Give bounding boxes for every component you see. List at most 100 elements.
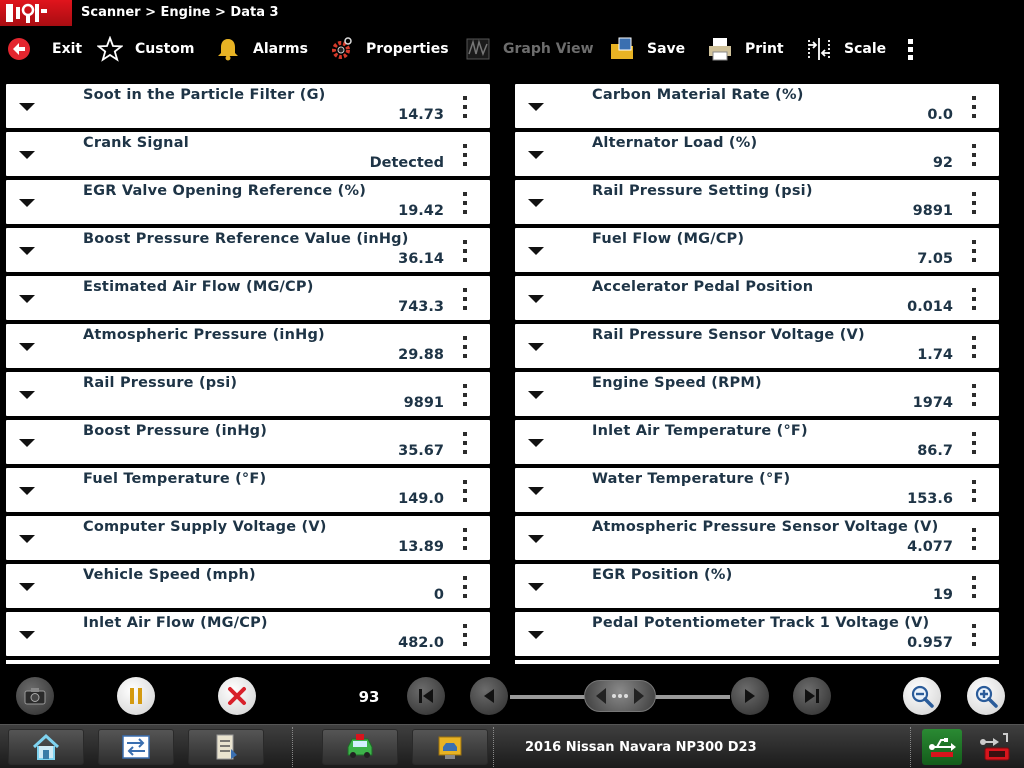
expand-arrow-icon[interactable] [528,199,544,207]
expand-arrow-icon[interactable] [19,487,35,495]
data-row[interactable]: Rail Pressure Sensor Voltage (V) 1.74 [515,324,999,372]
row-menu-icon[interactable] [462,384,468,408]
data-row[interactable]: Vehicle Speed (mph) 0 [6,564,490,612]
row-menu-icon[interactable] [971,528,977,552]
more-options-icon[interactable] [900,36,920,64]
data-row[interactable]: Carbon Material Rate (%) 0.0 [515,84,999,132]
row-menu-icon[interactable] [462,624,468,648]
expand-arrow-icon[interactable] [528,343,544,351]
expand-arrow-icon[interactable] [528,487,544,495]
scale-button[interactable]: Scale [806,26,886,72]
data-row[interactable]: Fuel Flow (MG/CP) 7.05 [515,228,999,276]
alarms-button[interactable]: Alarms [215,26,308,72]
row-menu-icon[interactable] [971,144,977,168]
row-menu-icon[interactable] [462,576,468,600]
data-row[interactable]: EGR Valve Opening Reference (%) 19.42 [6,180,490,228]
expand-arrow-icon[interactable] [528,391,544,399]
expand-arrow-icon[interactable] [19,391,35,399]
expand-arrow-icon[interactable] [528,631,544,639]
data-row[interactable]: Boost Pressure (inHg) 35.67 [6,420,490,468]
row-menu-icon[interactable] [971,480,977,504]
data-row[interactable]: Soot in the Particle Filter (G) 14.73 [6,84,490,132]
row-menu-icon[interactable] [462,96,468,120]
app-logo[interactable] [0,0,72,26]
row-menu-icon[interactable] [971,624,977,648]
playback-slider-thumb[interactable] [584,680,656,712]
expand-arrow-icon[interactable] [19,103,35,111]
expand-arrow-icon[interactable] [528,583,544,591]
zoom-in-button[interactable] [967,677,1005,715]
zoom-out-button[interactable] [903,677,941,715]
data-row[interactable]: Rail Pressure Setting (psi) 9891 [515,180,999,228]
data-row[interactable]: Boost Pressure Reference Value (inHg) 36.… [6,228,490,276]
data-row[interactable]: Fuel Temperature (°F) 149.0 [6,468,490,516]
data-row[interactable]: Atmospheric Pressure (inHg) 29.88 [6,324,490,372]
pause-button[interactable] [117,677,155,715]
data-row[interactable]: EGR Position (%) 19 [515,564,999,612]
data-row[interactable]: Estimated Air Flow (MG/CP) 743.3 [6,276,490,324]
row-menu-icon[interactable] [462,528,468,552]
expand-arrow-icon[interactable] [528,535,544,543]
cancel-button[interactable] [218,677,256,715]
row-menu-icon[interactable] [462,144,468,168]
row-menu-icon[interactable] [971,96,977,120]
previous-frame-button[interactable] [470,677,508,715]
expand-arrow-icon[interactable] [19,439,35,447]
row-menu-icon[interactable] [462,288,468,312]
row-menu-icon[interactable] [462,240,468,264]
zoom-out-icon [911,685,934,708]
graph-view-button[interactable]: Graph View [465,26,594,72]
data-row[interactable]: Computer Supply Voltage (V) 13.89 [6,516,490,564]
data-row[interactable]: Pedal Potentiometer Track 1 Voltage (V) 0… [515,612,999,660]
expand-arrow-icon[interactable] [19,247,35,255]
data-row[interactable]: Inlet Air Flow (MG/CP) 482.0 [6,612,490,660]
print-button[interactable]: Print [707,26,784,72]
data-row[interactable]: Rail Pressure (psi) 9891 [6,372,490,420]
row-menu-icon[interactable] [971,336,977,360]
expand-arrow-icon[interactable] [528,295,544,303]
expand-arrow-icon[interactable] [19,535,35,543]
row-menu-icon[interactable] [971,432,977,456]
row-menu-icon[interactable] [462,192,468,216]
row-menu-icon[interactable] [462,432,468,456]
next-frame-button[interactable] [731,677,769,715]
expand-arrow-icon[interactable] [19,151,35,159]
data-row[interactable]: Crank Signal Detected [6,132,490,180]
expand-arrow-icon[interactable] [19,199,35,207]
row-menu-icon[interactable] [971,240,977,264]
last-frame-button[interactable] [793,677,831,715]
previous-vehicles-button[interactable] [412,729,488,765]
row-menu-icon[interactable] [462,480,468,504]
expand-arrow-icon[interactable] [19,295,35,303]
expand-arrow-icon[interactable] [528,439,544,447]
save-button[interactable]: Save [609,26,685,72]
camera-button[interactable] [16,677,54,715]
exit-button[interactable]: Exit [6,26,82,72]
expand-arrow-icon[interactable] [528,103,544,111]
data-row[interactable]: Atmospheric Pressure Sensor Voltage (V) 4… [515,516,999,564]
data-row[interactable]: Engine Speed (RPM) 1974 [515,372,999,420]
expand-arrow-icon[interactable] [19,343,35,351]
custom-button[interactable]: Custom [97,26,194,72]
vci-status-button[interactable] [976,729,1016,765]
home-button[interactable] [8,729,84,765]
row-menu-icon[interactable] [462,336,468,360]
row-menu-icon[interactable] [971,288,977,312]
data-row[interactable]: Water Temperature (°F) 153.6 [515,468,999,516]
expand-arrow-icon[interactable] [528,247,544,255]
data-row[interactable]: Inlet Air Temperature (°F) 86.7 [515,420,999,468]
usb-connection-button[interactable] [922,729,962,765]
data-manager-button[interactable] [188,729,264,765]
row-menu-icon[interactable] [971,576,977,600]
data-row[interactable]: Alternator Load (%) 92 [515,132,999,180]
first-frame-button[interactable] [407,677,445,715]
data-row[interactable]: Accelerator Pedal Position 0.014 [515,276,999,324]
properties-button[interactable]: Properties [328,26,449,72]
row-menu-icon[interactable] [971,384,977,408]
scanner-button[interactable] [322,729,398,765]
expand-arrow-icon[interactable] [19,631,35,639]
row-menu-icon[interactable] [971,192,977,216]
expand-arrow-icon[interactable] [528,151,544,159]
toolbox-button[interactable] [98,729,174,765]
expand-arrow-icon[interactable] [19,583,35,591]
